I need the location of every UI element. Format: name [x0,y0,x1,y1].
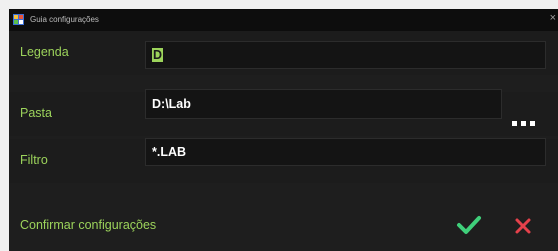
legenda-label: Legenda [20,45,69,59]
ellipsis-icon [512,120,517,126]
pasta-label: Pasta [20,106,52,120]
settings-dialog: Guia configurações × Legenda Pasta Filtr… [9,9,558,251]
window-title: Guia configurações [30,15,99,24]
check-icon [457,216,481,234]
filtro-input[interactable]: *.LAB [145,138,546,166]
browse-folder-button[interactable] [512,118,538,128]
title-bar: Guia configurações × [9,9,558,31]
filtro-value: *.LAB [152,145,187,159]
pasta-input[interactable]: D:\Lab [145,89,502,119]
close-icon [515,218,531,234]
legenda-selected-text: D [152,48,164,62]
filtro-label: Filtro [20,153,48,167]
pasta-value: D:\Lab [152,97,191,111]
window-close-button[interactable]: × [550,12,556,25]
legenda-input[interactable]: D [145,41,546,69]
app-icon [13,14,24,25]
confirm-settings-label: Confirmar configurações [20,218,157,232]
confirm-button[interactable] [456,214,482,236]
cancel-button[interactable] [514,217,532,235]
